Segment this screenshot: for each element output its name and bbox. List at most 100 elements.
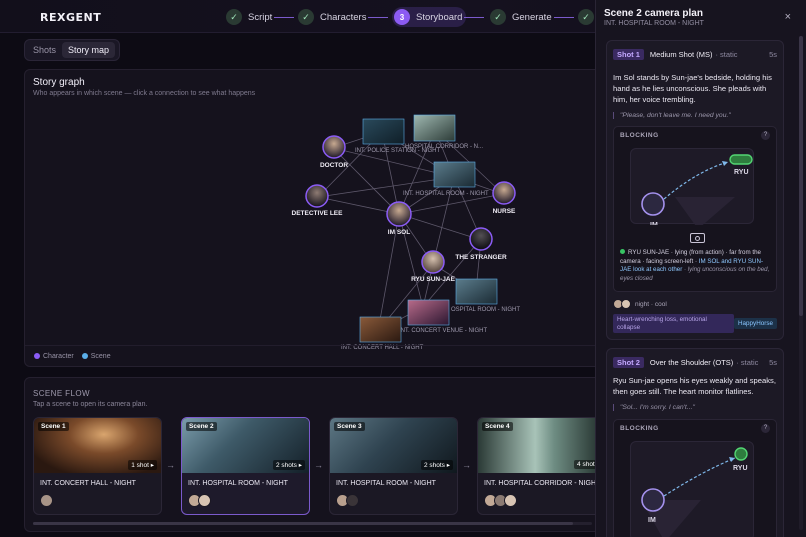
tab-story-map[interactable]: Story map: [62, 42, 116, 58]
scene-flow-title: SCENE FLOW: [33, 389, 90, 398]
shot-count-badge: 2 shots ▸: [420, 460, 453, 470]
shot-duration: 5s: [769, 49, 777, 59]
legend-character: Character: [34, 353, 74, 360]
avatar: [621, 299, 631, 309]
character-node-label: NURSE: [493, 208, 516, 215]
scene-card-3[interactable]: Scene 3 2 shots ▸ INT. HOSPITAL ROOM - N…: [329, 417, 458, 515]
scene-tag: Scene 3: [334, 422, 365, 431]
actor-im-marker: [641, 192, 665, 216]
scene-card-4[interactable]: Scene 4 4 shots INT. HOSPITAL CORRIDOR -…: [477, 417, 601, 515]
shot-description: Ryu Sun-jae opens his eyes weakly and sp…: [613, 376, 776, 397]
graph-legend: Character Scene: [34, 353, 111, 360]
step-script[interactable]: ✓ Script: [224, 7, 276, 27]
view-tabs: Shots Story map: [24, 39, 120, 61]
scene-cast: [336, 494, 359, 507]
scene-card-2[interactable]: Scene 2 2 shots ▸ INT. HOSPITAL ROOM - N…: [181, 417, 310, 515]
character-node-nurse[interactable]: NURSE: [492, 181, 516, 215]
blocking-diagram: IM RYU: [641, 154, 753, 229]
app-logo[interactable]: REXGENT: [40, 11, 101, 24]
step-storyboard[interactable]: 3 Storyboard: [392, 7, 467, 27]
blocking-stage[interactable]: IM RYU: [630, 441, 754, 537]
scene-node-hospital-corridor[interactable]: HOSPITAL CORRIDOR - N...: [405, 114, 483, 150]
legend-scene: Scene: [81, 353, 111, 360]
shot-header: Shot 2 Over the Shoulder (OTS) · static …: [613, 356, 777, 368]
scene-tag: Scene 2: [186, 422, 217, 431]
actor-ryu-label: RYU: [733, 465, 748, 472]
character-node-doctor[interactable]: DOCTOR: [320, 135, 348, 169]
step-label: Storyboard: [416, 11, 463, 23]
status-dot-icon: [620, 249, 625, 254]
scene-node-hospital-room-2[interactable]: OSPITAL ROOM - NIGHT: [451, 278, 520, 313]
scene-name: INT. HOSPITAL CORRIDOR - NIGHT: [484, 480, 601, 487]
shot-dialogue: "Please, don't leave me. I need you.": [613, 112, 777, 119]
check-icon: ✓: [578, 9, 594, 25]
step-label: Generate: [512, 11, 552, 23]
blocking-stage[interactable]: IM RYU: [630, 148, 754, 229]
camera-motion: · static: [736, 357, 759, 367]
help-icon[interactable]: ?: [761, 424, 770, 433]
panel-scrollbar[interactable]: [799, 36, 803, 530]
scene-flow-scrollbar[interactable]: [33, 522, 592, 525]
shot-card-2[interactable]: Shot 2 Over the Shoulder (OTS) · static …: [606, 348, 784, 537]
step-connector: [464, 17, 484, 18]
avatar: [40, 494, 53, 507]
actor-im-label: IM: [648, 517, 656, 524]
step-number-badge: 3: [394, 9, 410, 25]
blocking-section: BLOCKING ? IM RYU: [613, 419, 777, 537]
scene-node-hospital-room[interactable]: INT. HOSPITAL ROOM - NIGHT: [403, 161, 489, 197]
blocking-section: BLOCKING ? IM RYU RYU SUN-JAE · lying (f…: [613, 126, 777, 292]
camera-motion: · static: [715, 49, 738, 59]
step-characters[interactable]: ✓ Characters: [296, 7, 370, 27]
shot-header: Shot 1 Medium Shot (MS) · static 5s: [613, 48, 777, 60]
camera-icon: [690, 233, 705, 243]
scene-cast: [484, 494, 517, 507]
camera-plan-panel: Scene 2 camera plan INT. HOSPITAL ROOM -…: [595, 0, 806, 537]
scene-cast: [40, 494, 53, 507]
shot-count-badge: 1 shot ▸: [128, 460, 157, 470]
avatar: [198, 494, 211, 507]
character-node-ryu-sun-jae[interactable]: RYU SUN-JAE: [411, 250, 456, 283]
scene-tag: Scene 4: [482, 422, 513, 431]
model-tag[interactable]: HappyHorse: [734, 318, 777, 329]
avatar: [346, 494, 359, 507]
scene-flow-subtitle: Tap a scene to open its camera plan.: [33, 401, 148, 408]
character-node-label: RYU SUN-JAE: [411, 276, 455, 283]
character-node-label: THE STRANGER: [455, 254, 507, 261]
character-node-the-stranger[interactable]: THE STRANGER: [455, 227, 507, 261]
scene-node-label: OSPITAL ROOM - NIGHT: [451, 307, 520, 313]
tab-shots[interactable]: Shots: [27, 42, 62, 58]
actor-ryu-marker: [729, 154, 753, 165]
actor-ryu-marker: [734, 447, 748, 461]
story-graph-panel: Story graph Who appears in which scene —…: [24, 69, 601, 367]
legend-divider: [25, 345, 600, 346]
check-icon: ✓: [226, 9, 242, 25]
panel-title: Scene 2 camera plan: [604, 8, 703, 19]
character-node-label: DOCTOR: [320, 162, 348, 169]
shot-badge: Shot 1: [613, 48, 644, 60]
step-generate[interactable]: ✓ Generate: [488, 7, 556, 27]
gaze-line: [663, 161, 729, 200]
scene-node-concert-venue[interactable]: INT. CONCERT VENUE - NIGHT: [399, 299, 487, 334]
step-connector: [368, 17, 388, 18]
scene-name: INT. HOSPITAL ROOM - NIGHT: [188, 480, 288, 487]
flow-arrow-icon: →: [166, 460, 175, 470]
actor-ryu-label: RYU: [734, 169, 749, 176]
actor-im-label: IM: [650, 222, 658, 225]
blocking-label: BLOCKING: [620, 132, 659, 139]
scene-cast: [188, 494, 211, 507]
shot-count-badge: 2 shots ▸: [272, 460, 305, 470]
scene-dot-icon: [81, 353, 88, 359]
shot-duration: 5s: [769, 357, 777, 367]
blocking-label: BLOCKING: [620, 425, 659, 432]
story-graph-canvas[interactable]: INT. POLICE STATION - NIGHT HOSPITAL COR…: [25, 70, 601, 367]
step-label: Script: [248, 11, 273, 23]
help-icon[interactable]: ?: [761, 131, 770, 140]
shot-dialogue: "Sol... I'm sorry. I can't...": [613, 404, 777, 411]
mood-text: night · cool: [635, 300, 667, 308]
scene-tag: Scene 1: [38, 422, 69, 431]
shot-card-1[interactable]: Shot 1 Medium Shot (MS) · static 5s Im S…: [606, 40, 784, 340]
close-icon[interactable]: ×: [785, 11, 791, 23]
blocking-diagram: IM RYU: [641, 447, 748, 537]
character-node-im-sol[interactable]: IM SOL: [386, 201, 412, 236]
scene-card-1[interactable]: Scene 1 1 shot ▸ INT. CONCERT HALL - NIG…: [33, 417, 162, 515]
